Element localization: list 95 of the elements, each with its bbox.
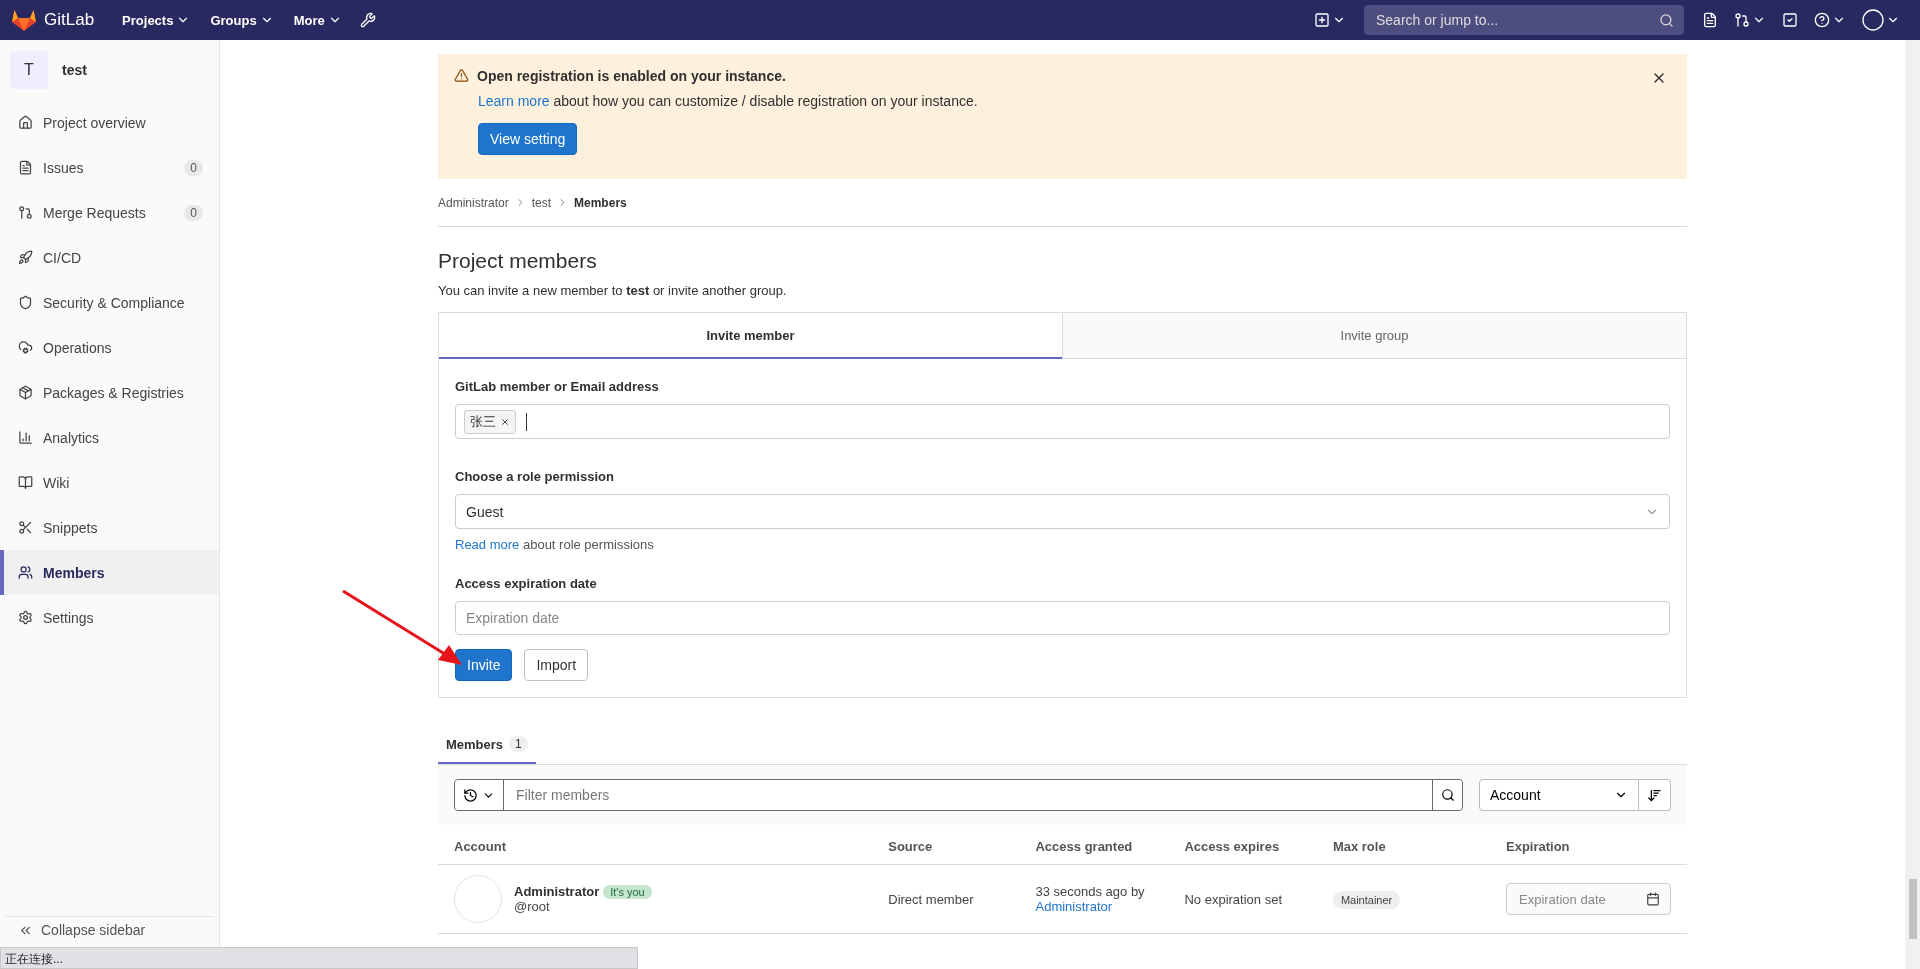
nav-menu[interactable]: Projects bbox=[112, 6, 201, 34]
gitlab-wordmark[interactable]: GitLab bbox=[44, 10, 95, 30]
settings-icon bbox=[18, 610, 33, 625]
search-icon bbox=[1440, 788, 1455, 802]
username: @root bbox=[514, 899, 551, 914]
count-badge: 0 bbox=[184, 159, 203, 176]
sidebar-item[interactable]: Members bbox=[0, 550, 219, 595]
status-tooltip: 正在连接... bbox=[0, 947, 638, 969]
member-input-field[interactable]: 张三 bbox=[455, 404, 1670, 439]
access-granted-text: 33 seconds ago by bbox=[1035, 884, 1146, 899]
sort-direction-button[interactable] bbox=[1639, 779, 1671, 811]
date-picker[interactable]: Expiration date bbox=[1506, 883, 1671, 915]
sidebar-item[interactable]: Issues 0 bbox=[0, 145, 219, 190]
sidebar-item[interactable]: Merge Requests 0 bbox=[0, 190, 219, 235]
import-button[interactable]: Import bbox=[524, 649, 589, 681]
help-text: Read more about role permissions bbox=[455, 537, 655, 552]
package-icon bbox=[18, 385, 33, 400]
intro-text: You can invite a new member to test or invite another group. bbox=[438, 283, 788, 298]
column-header: Access granted bbox=[1019, 825, 1169, 865]
breadcrumb-link[interactable]: Members bbox=[574, 195, 627, 210]
breadcrumb-link[interactable]: test bbox=[531, 195, 552, 210]
house-icon bbox=[18, 115, 33, 130]
history-icon bbox=[463, 787, 478, 803]
column-header: Source bbox=[872, 825, 1020, 865]
alert-title: Open registration is enabled on your instance. bbox=[477, 68, 786, 84]
table-cell: Direct member bbox=[872, 864, 1020, 934]
view-setting-button[interactable]: View setting bbox=[478, 123, 578, 155]
page-title: Project members bbox=[438, 249, 598, 273]
column-header: Max role bbox=[1316, 825, 1490, 865]
sidebar-item[interactable]: Settings bbox=[0, 595, 219, 640]
invite-button[interactable]: Invite bbox=[455, 649, 513, 681]
fox-logo-icon bbox=[12, 9, 36, 31]
plus-square-icon bbox=[1314, 12, 1330, 28]
merge-request-icon bbox=[1734, 12, 1750, 28]
project-name[interactable]: test bbox=[62, 62, 87, 78]
help-icon bbox=[1814, 12, 1830, 28]
cloud-icon bbox=[18, 340, 33, 355]
granted-by-link[interactable]: Administrator bbox=[1035, 899, 1113, 914]
search-icon bbox=[1659, 12, 1674, 28]
tab[interactable]: Invite group bbox=[1062, 313, 1686, 359]
breadcrumb-link[interactable]: Administrator bbox=[438, 195, 509, 210]
text-cursor bbox=[526, 412, 527, 431]
field-label: GitLab member or Email address bbox=[455, 379, 660, 394]
calendar-icon bbox=[1646, 892, 1660, 906]
wrench-icon bbox=[359, 12, 376, 28]
sidebar-item[interactable]: Operations bbox=[0, 325, 219, 370]
bar-chart-icon bbox=[18, 430, 33, 445]
rocket-icon bbox=[18, 250, 33, 265]
sidebar-item[interactable]: Wiki bbox=[0, 460, 219, 505]
document-icon bbox=[18, 160, 33, 175]
sidebar-item[interactable]: Project overview bbox=[0, 100, 219, 145]
expiration-date-field[interactable]: Expiration date bbox=[455, 601, 1670, 635]
book-icon bbox=[18, 475, 33, 490]
sidebar-item[interactable]: Packages & Registries bbox=[0, 370, 219, 415]
user-avatar bbox=[454, 875, 502, 923]
avatar-circle-icon bbox=[1862, 9, 1884, 31]
search-box[interactable]: Search or jump to... bbox=[1364, 5, 1684, 35]
sidebar-item[interactable]: Security & Compliance bbox=[0, 280, 219, 325]
sidebar-item[interactable]: CI/CD bbox=[0, 235, 219, 280]
sort-icon bbox=[1647, 787, 1662, 803]
column-header: Access expires bbox=[1168, 825, 1317, 865]
count-badge: 0 bbox=[184, 204, 203, 221]
column-header: Expiration bbox=[1490, 825, 1687, 865]
scissors-icon bbox=[18, 520, 33, 535]
count-badge: 1 bbox=[509, 736, 528, 752]
alert-text: Learn more about how you can customize / disable registration on your instance. bbox=[478, 93, 979, 109]
learn-more-link[interactable]: Learn more bbox=[478, 93, 550, 109]
search-field[interactable]: Search or jump to... bbox=[1374, 11, 1659, 29]
column-header: Account bbox=[438, 825, 873, 865]
field-label: Choose a role permission bbox=[455, 469, 615, 484]
table-cell: No expiration set bbox=[1168, 864, 1317, 934]
merge-request-icon bbox=[18, 205, 33, 220]
remove-icon[interactable] bbox=[500, 416, 510, 427]
history-button[interactable] bbox=[455, 780, 504, 810]
search-button[interactable] bbox=[1432, 780, 1462, 810]
read-more-link[interactable]: Read more bbox=[455, 537, 520, 552]
role-select[interactable]: Guest bbox=[455, 494, 1670, 529]
collapse-sidebar-link[interactable]: Collapse sidebar bbox=[0, 917, 219, 943]
sidebar-item[interactable]: Snippets bbox=[0, 505, 219, 550]
nav-menu[interactable]: More bbox=[283, 6, 352, 34]
users-icon bbox=[18, 565, 33, 580]
member-token[interactable]: 张三 bbox=[464, 409, 516, 434]
warning-icon bbox=[454, 68, 469, 83]
sort-select[interactable]: Account bbox=[1479, 779, 1639, 811]
its-you-badge: It's you bbox=[603, 884, 652, 899]
role-badge: Maintainer bbox=[1332, 890, 1401, 909]
checkbox-icon bbox=[1782, 12, 1798, 28]
sidebar-item[interactable]: Analytics bbox=[0, 415, 219, 460]
member-name[interactable]: Administrator bbox=[514, 884, 600, 899]
expiration-date-field[interactable]: Expiration date bbox=[1517, 890, 1637, 908]
nav-menu[interactable]: Groups bbox=[200, 6, 284, 34]
shield-icon bbox=[18, 295, 33, 310]
field-label: Access expiration date bbox=[455, 576, 598, 591]
document-icon bbox=[1702, 12, 1718, 28]
project-avatar[interactable]: T bbox=[10, 51, 48, 89]
